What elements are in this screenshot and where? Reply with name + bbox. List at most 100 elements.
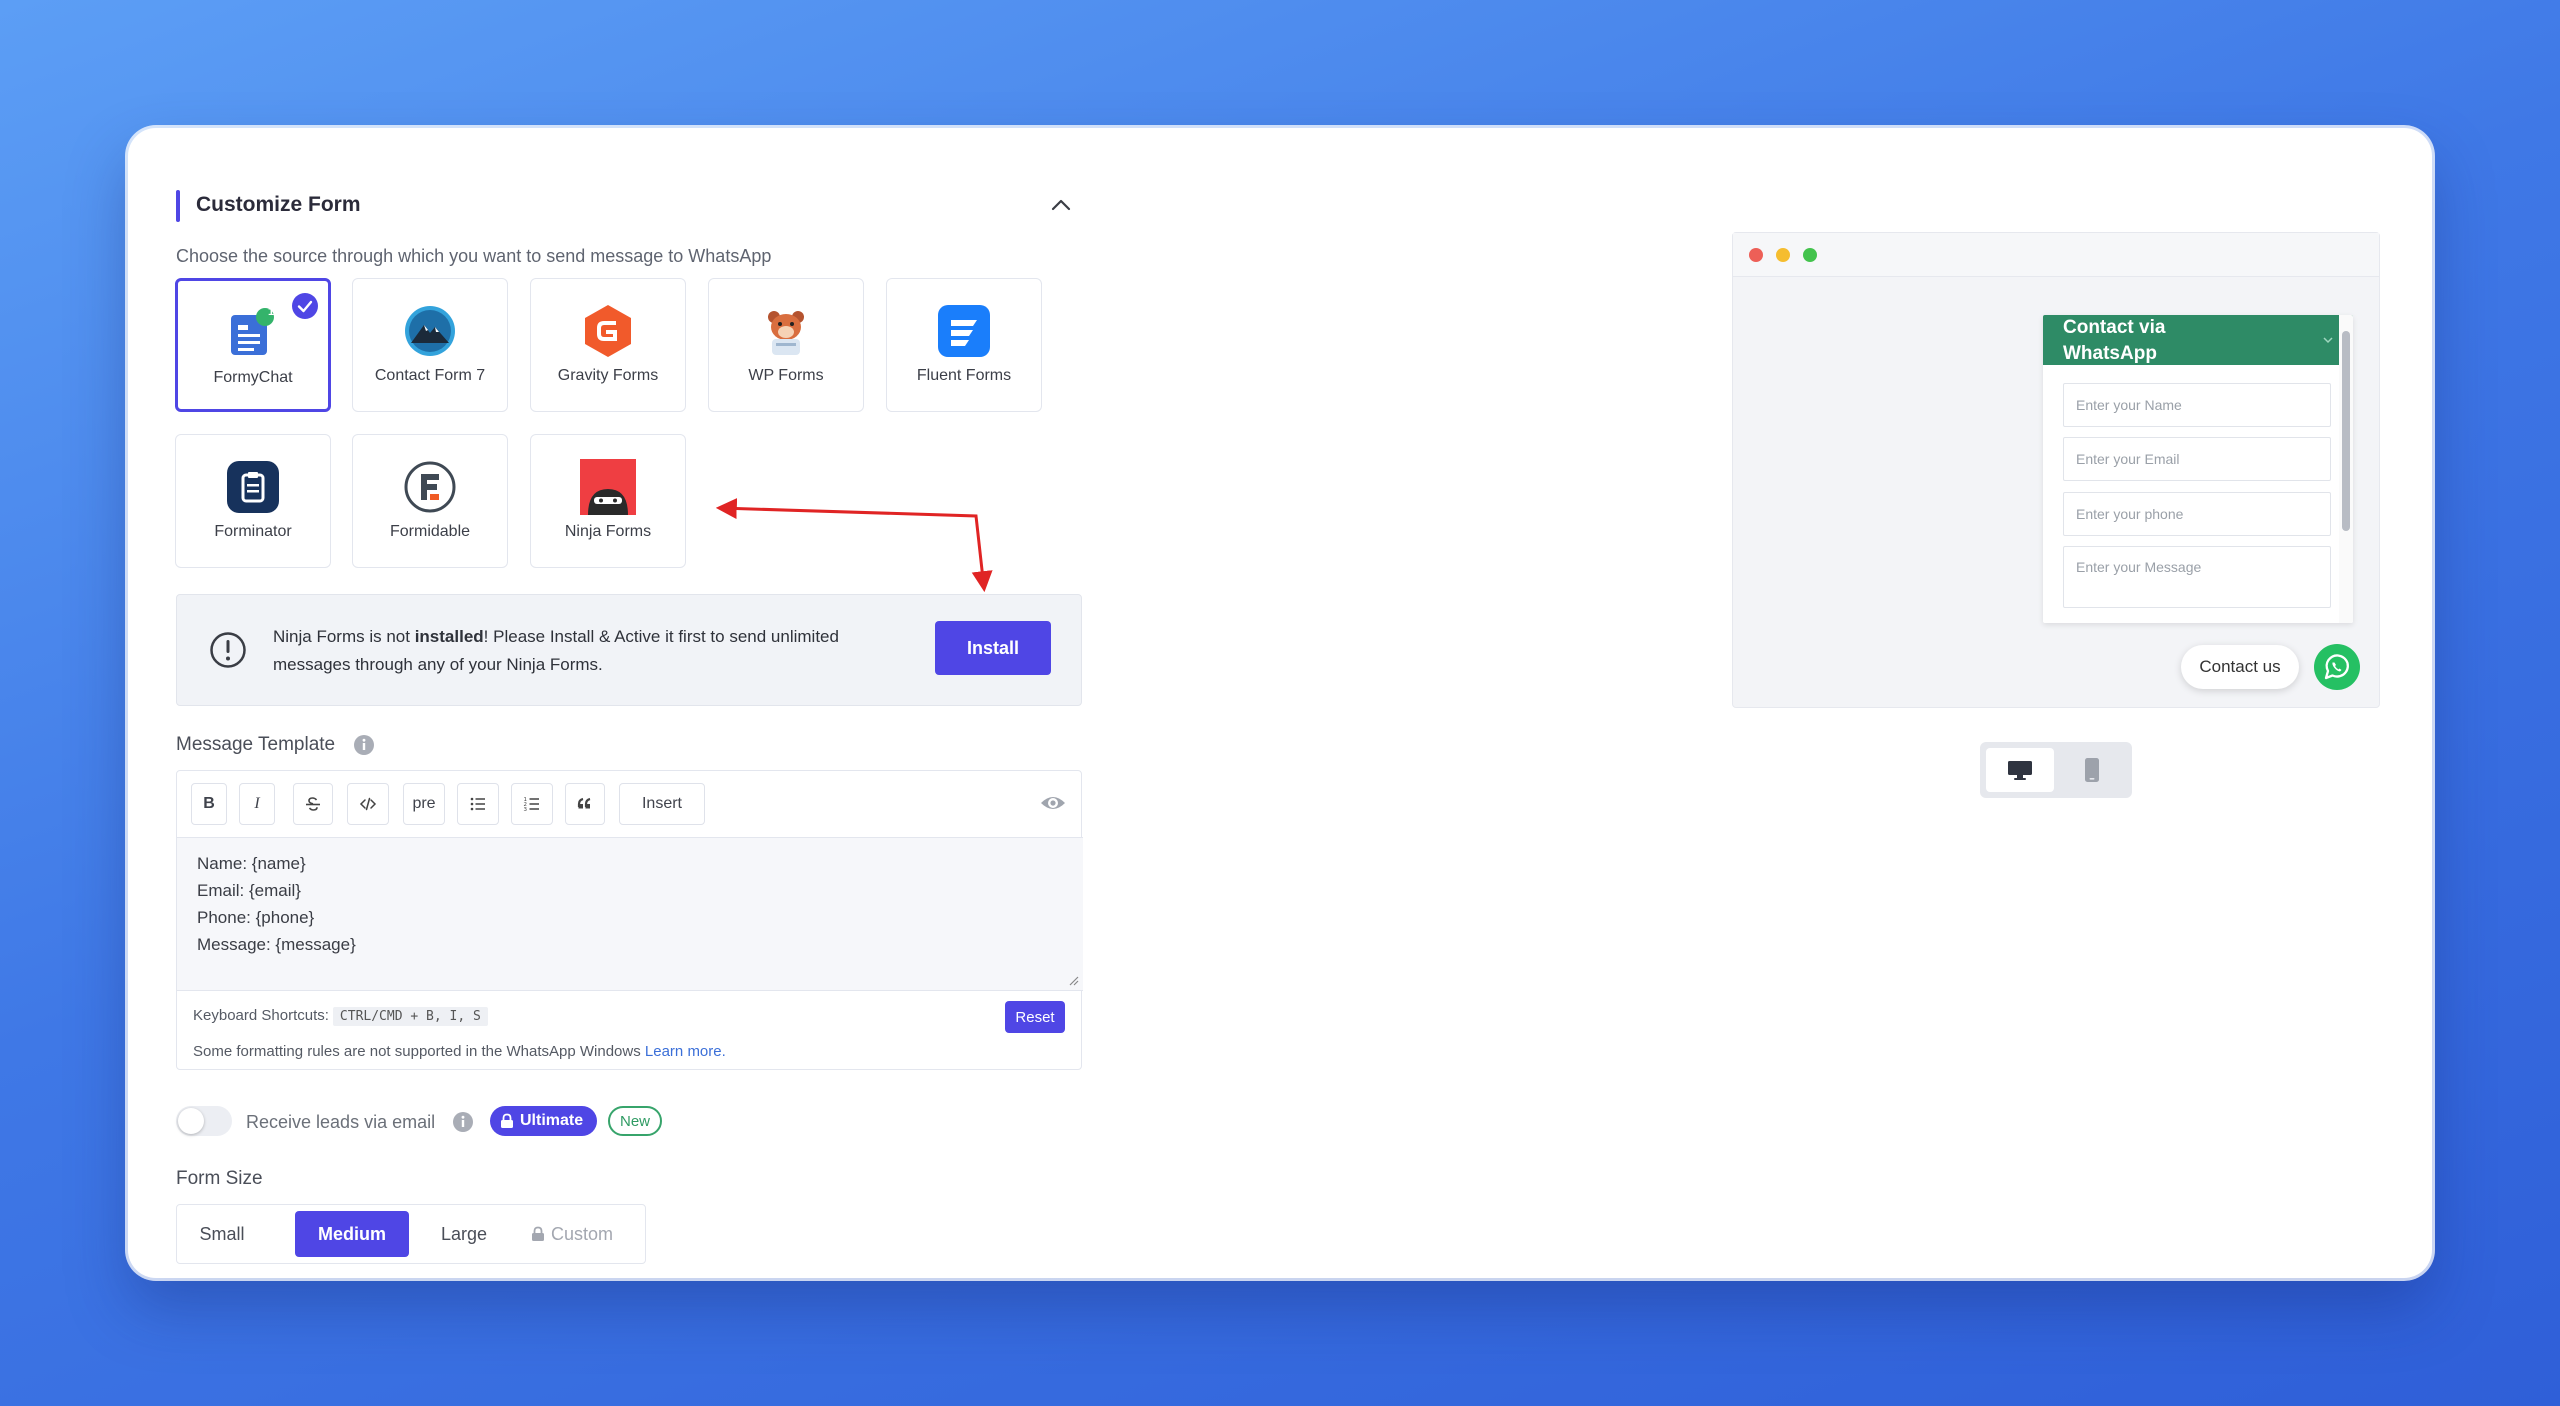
numbered-list-button[interactable]: 123: [511, 783, 553, 825]
source-label: Fluent Forms: [916, 367, 1012, 384]
resize-grip-icon[interactable]: [1067, 974, 1079, 986]
fluent-forms-icon: [936, 303, 992, 359]
blockquote-button[interactable]: [565, 783, 605, 825]
widget-preview: Contact via WhatsApp Enter your Name Ent…: [1732, 232, 2380, 708]
ultimate-badge: Ultimate: [490, 1106, 598, 1136]
source-label: FormyChat: [213, 369, 293, 386]
size-large-button[interactable]: Large: [427, 1211, 501, 1257]
reset-button[interactable]: Reset: [1005, 1001, 1065, 1033]
lock-icon: [531, 1226, 544, 1241]
bullet-list-button[interactable]: [457, 783, 499, 825]
formatting-note: Some formatting rules are not supported …: [193, 1043, 726, 1060]
message-input[interactable]: Enter your Message: [2063, 546, 2331, 608]
source-label: Gravity Forms: [557, 367, 659, 384]
exclamation-icon: [209, 631, 247, 669]
bullet-list-icon: [470, 797, 485, 811]
source-label: Ninja Forms: [564, 523, 652, 540]
gravity-forms-icon: [580, 303, 636, 359]
phone-input[interactable]: Enter your phone: [2063, 492, 2331, 536]
widget-header: Contact via WhatsApp: [2043, 315, 2353, 365]
bold-button[interactable]: B: [191, 783, 227, 825]
strikethrough-button[interactable]: [293, 783, 333, 825]
scrollbar-thumb[interactable]: [2342, 331, 2350, 531]
section-header: Customize Form: [176, 190, 1076, 222]
formidable-icon: [402, 459, 458, 515]
collapse-chevron-icon[interactable]: [1046, 190, 1076, 220]
italic-button[interactable]: I: [239, 783, 275, 825]
form-size-selector: Small Medium Large Custom: [176, 1204, 646, 1264]
keyboard-shortcuts: Keyboard Shortcuts: CTRL/CMD + B, I, S: [193, 1007, 488, 1026]
source-wp-forms[interactable]: WP Forms: [708, 278, 864, 412]
source-label: Contact Form 7: [374, 367, 486, 384]
quote-icon: [577, 797, 591, 809]
new-badge: New: [608, 1106, 663, 1136]
source-ninja-forms[interactable]: Ninja Forms: [530, 434, 686, 568]
contact-us-pill[interactable]: Contact us: [2181, 645, 2299, 689]
strikethrough-icon: [306, 797, 320, 811]
svg-text:3: 3: [524, 807, 528, 813]
form-size-label: Form Size: [176, 1168, 263, 1189]
widget-scrollbar[interactable]: [2339, 315, 2353, 623]
maximize-dot: [1803, 248, 1817, 262]
source-forminator[interactable]: Forminator: [175, 434, 331, 568]
template-line: Message: {message}: [197, 935, 356, 954]
preview-eye-icon[interactable]: [1039, 791, 1067, 815]
customize-form-card: Customize Form Choose the source through…: [128, 128, 2432, 1278]
source-label: Forminator: [214, 523, 292, 540]
size-medium-button[interactable]: Medium: [295, 1211, 409, 1257]
close-dot: [1749, 248, 1763, 262]
message-textarea[interactable]: Name: {name} Email: {email} Phone: {phon…: [177, 837, 1083, 991]
section-accent-bar: [176, 190, 180, 222]
code-button[interactable]: [347, 783, 389, 825]
device-toggle: [1980, 742, 2132, 798]
name-input[interactable]: Enter your Name: [2063, 383, 2331, 427]
source-label: WP Forms: [748, 367, 824, 384]
learn-more-link[interactable]: Learn more.: [645, 1043, 726, 1060]
section-title: Customize Form: [196, 193, 361, 216]
numbered-list-icon: 123: [524, 797, 539, 813]
desktop-view-button[interactable]: [1986, 748, 2054, 792]
lock-icon: [501, 1113, 513, 1128]
forminator-icon: [225, 459, 281, 515]
whatsapp-icon[interactable]: [2313, 643, 2361, 691]
pre-button[interactable]: pre: [403, 783, 445, 825]
source-gravity-forms[interactable]: Gravity Forms: [530, 278, 686, 412]
chevron-down-icon[interactable]: [2321, 333, 2335, 347]
ninja-forms-icon: [580, 459, 636, 515]
contact-form-7-icon: [402, 303, 458, 359]
message-template-label: Message Template: [176, 734, 336, 755]
formychat-count-badge: 1: [267, 306, 275, 318]
template-line: Name: {name}: [197, 854, 306, 873]
template-line: Email: {email}: [197, 881, 301, 900]
mobile-icon: [2085, 758, 2099, 782]
install-button[interactable]: Install: [935, 621, 1051, 675]
size-small-button[interactable]: Small: [187, 1211, 257, 1257]
message-editor: B I pre 123 Insert Name: {name} Email: {…: [176, 770, 1083, 1070]
source-label: Formidable: [389, 523, 471, 540]
editor-toolbar: B I pre 123 Insert: [177, 771, 1081, 837]
plugin-not-installed-alert: Ninja Forms is not installed! Please Ins…: [176, 594, 1082, 706]
widget-title: Contact via WhatsApp: [2063, 317, 2166, 364]
desktop-icon: [2008, 761, 2032, 780]
receive-leads-toggle[interactable]: [176, 1106, 232, 1136]
size-custom-button[interactable]: Custom: [517, 1211, 627, 1257]
info-icon[interactable]: [452, 1111, 474, 1133]
source-formidable[interactable]: Formidable: [352, 434, 508, 568]
section-subtitle: Choose the source through which you want…: [176, 246, 772, 266]
source-formychat[interactable]: 1 FormyChat: [175, 278, 331, 412]
wp-forms-icon: [758, 303, 814, 359]
insert-button[interactable]: Insert: [619, 783, 705, 825]
source-fluent-forms[interactable]: Fluent Forms: [886, 278, 1042, 412]
info-icon[interactable]: [353, 734, 375, 756]
minimize-dot: [1776, 248, 1790, 262]
alert-message: Ninja Forms is not installed! Please Ins…: [273, 627, 839, 674]
toggle-knob: [178, 1108, 204, 1134]
mobile-view-button[interactable]: [2058, 748, 2126, 792]
source-contact-form-7[interactable]: Contact Form 7: [352, 278, 508, 412]
receive-leads-label: Receive leads via email: [246, 1112, 436, 1132]
shortcut-keys: CTRL/CMD + B, I, S: [332, 1007, 488, 1026]
template-line: Phone: {phone}: [197, 908, 315, 927]
email-input[interactable]: Enter your Email: [2063, 437, 2331, 481]
browser-chrome: [1733, 233, 2379, 277]
selected-check-icon: [292, 293, 318, 319]
